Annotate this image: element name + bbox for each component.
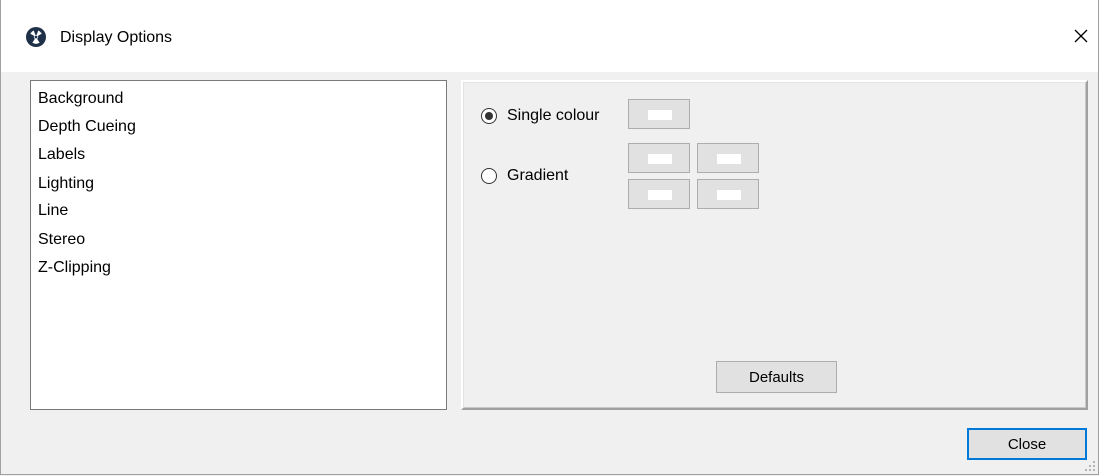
gradient-top-right-swatch-button[interactable] bbox=[697, 143, 759, 173]
single-colour-option[interactable]: Single colour bbox=[481, 106, 600, 126]
window-close-button[interactable] bbox=[1065, 22, 1097, 50]
single-colour-radio[interactable] bbox=[481, 108, 497, 124]
single-colour-label: Single colour bbox=[507, 107, 600, 124]
gradient-bottom-left-chip bbox=[648, 190, 672, 200]
gradient-bottom-right-chip bbox=[717, 190, 741, 200]
window-title: Display Options bbox=[60, 29, 173, 46]
list-item-line[interactable]: Line bbox=[38, 198, 68, 224]
defaults-button[interactable]: Defaults bbox=[716, 361, 837, 393]
list-item-background[interactable]: Background bbox=[38, 86, 123, 112]
list-item-labels[interactable]: Labels bbox=[38, 142, 85, 168]
close-button[interactable]: Close bbox=[967, 428, 1087, 460]
list-item-lighting[interactable]: Lighting bbox=[38, 171, 94, 197]
category-list[interactable]: Background Depth Cueing Labels Lighting … bbox=[30, 80, 447, 410]
gradient-option[interactable]: Gradient bbox=[481, 166, 568, 186]
list-item-z-clipping[interactable]: Z-Clipping bbox=[38, 255, 111, 281]
gradient-bottom-right-swatch-button[interactable] bbox=[697, 179, 759, 209]
gradient-label: Gradient bbox=[507, 167, 569, 184]
panel-frame bbox=[463, 82, 1086, 408]
gradient-bottom-left-swatch-button[interactable] bbox=[628, 179, 690, 209]
single-colour-swatch-button[interactable] bbox=[628, 99, 690, 129]
display-options-dialog: Display Options Background Depth Cueing … bbox=[0, 0, 1099, 475]
single-colour-chip bbox=[648, 110, 672, 120]
gradient-top-left-swatch-button[interactable] bbox=[628, 143, 690, 173]
gradient-radio[interactable] bbox=[481, 168, 497, 184]
gradient-top-left-chip bbox=[648, 154, 672, 164]
gradient-top-right-chip bbox=[717, 154, 741, 164]
close-icon bbox=[1074, 29, 1088, 43]
list-item-stereo[interactable]: Stereo bbox=[38, 227, 85, 253]
background-options-panel: Single colour Gradient Defaults bbox=[461, 80, 1088, 410]
radiation-icon bbox=[26, 27, 46, 47]
title-bar[interactable]: Display Options bbox=[1, 0, 1098, 72]
list-item-depth-cueing[interactable]: Depth Cueing bbox=[38, 114, 136, 140]
resize-grip-icon[interactable] bbox=[1084, 460, 1096, 472]
